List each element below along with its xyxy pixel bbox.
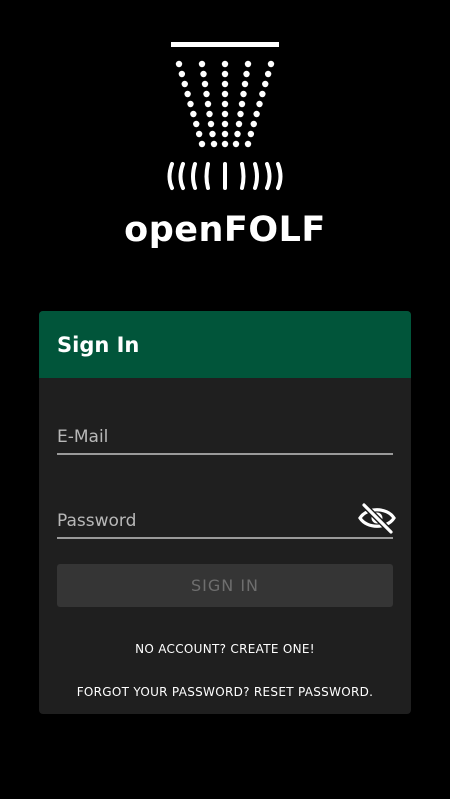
chain-link-dot xyxy=(198,60,206,68)
eye-off-icon[interactable] xyxy=(357,501,397,535)
chain-link-dot xyxy=(262,80,269,88)
signin-card-title: Sign In xyxy=(57,332,140,357)
chain-link-dot xyxy=(203,90,210,98)
basket-rim xyxy=(171,42,279,47)
chain-link-dot xyxy=(198,140,206,148)
chain-link-dot xyxy=(237,110,244,118)
chain-link-dot xyxy=(187,100,194,108)
password-field xyxy=(57,502,396,539)
chain-link-dot xyxy=(238,100,246,108)
chain-link-dot xyxy=(234,130,241,138)
chain-link-dot xyxy=(209,130,216,138)
chain-link-dot xyxy=(221,110,229,118)
chain-link-dot xyxy=(240,90,247,98)
create-account-link[interactable]: NO ACCOUNT? CREATE ONE! xyxy=(39,642,411,656)
chain-link-dot xyxy=(232,140,240,148)
chain-link-dot xyxy=(243,70,250,78)
bowl-bar xyxy=(240,162,246,190)
sign-in-button[interactable]: SIGN IN xyxy=(57,564,393,607)
email-input[interactable] xyxy=(57,421,393,453)
chain-link-dot xyxy=(253,110,260,118)
chain-link-dot xyxy=(181,80,188,88)
chain-link-dot xyxy=(221,120,229,128)
basket-bowl xyxy=(167,162,283,190)
chain-link-dot xyxy=(241,80,249,88)
chain-link-dot xyxy=(210,140,218,148)
chain-link-dot xyxy=(221,70,229,78)
password-input[interactable] xyxy=(57,505,347,537)
email-field xyxy=(57,421,393,455)
chain-link-dot xyxy=(244,60,252,68)
chain-link-dot xyxy=(267,60,275,68)
chain-link-dot xyxy=(221,60,229,68)
chain-link-dot xyxy=(190,110,197,118)
bowl-bar xyxy=(253,162,259,190)
chain-link-dot xyxy=(184,90,191,98)
basket-chains xyxy=(175,60,275,148)
chain-link-dot xyxy=(200,70,207,78)
chain-link-dot xyxy=(221,140,229,148)
chain-link-dot xyxy=(256,100,263,108)
chain-link-dot xyxy=(207,120,215,128)
reset-password-link[interactable]: FORGOT YOUR PASSWORD? RESET PASSWORD. xyxy=(39,685,411,699)
chain-link-dot xyxy=(250,120,257,128)
bowl-bar xyxy=(178,162,185,190)
chain-link-dot xyxy=(235,120,243,128)
chain-link-dot xyxy=(244,140,252,148)
app-title: openFOLF xyxy=(124,210,326,250)
chain-link-dot xyxy=(221,100,229,108)
signin-card: Sign In SIGN IN NO ACCOUNT? CREATE ONE! … xyxy=(39,311,411,714)
bowl-bar xyxy=(204,162,210,190)
bowl-bar xyxy=(276,162,283,190)
bowl-bar xyxy=(191,162,197,190)
chain-link-dot xyxy=(221,80,229,88)
chain-link-dot xyxy=(178,70,186,78)
signin-card-header: Sign In xyxy=(39,311,411,378)
chain-link-dot xyxy=(195,130,203,138)
chain-link-dot xyxy=(193,120,200,128)
bowl-bar xyxy=(167,162,174,190)
chain-link-dot xyxy=(221,90,229,98)
chain-link-dot xyxy=(247,130,255,138)
chain-link-dot xyxy=(201,80,209,88)
chain-link-dot xyxy=(221,130,229,138)
chain-link-dot xyxy=(206,110,213,118)
openfolf-logo xyxy=(167,42,283,190)
chain-link-dot xyxy=(175,60,183,68)
chain-link-dot xyxy=(259,90,266,98)
bowl-bar xyxy=(265,162,272,190)
chain-link-dot xyxy=(264,70,272,78)
chain-link-dot xyxy=(204,100,212,108)
